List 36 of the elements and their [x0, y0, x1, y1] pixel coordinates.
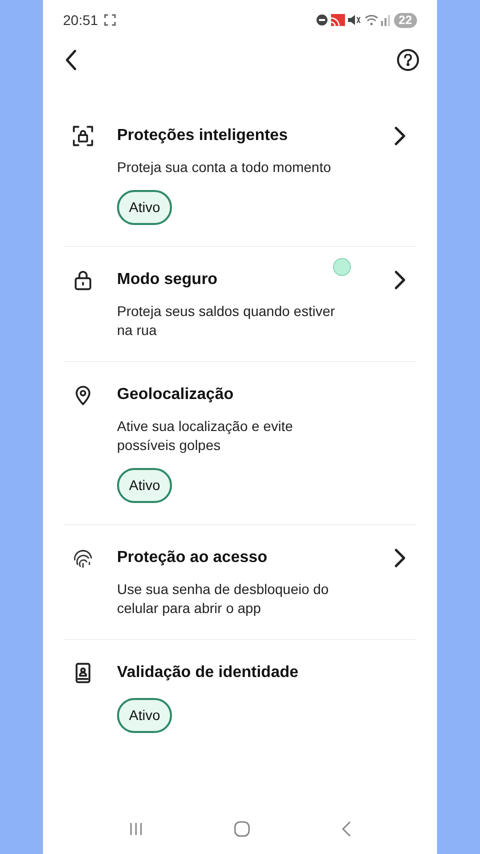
status-badge: Ativo — [117, 190, 172, 225]
status-badge: Ativo — [117, 468, 172, 503]
item-description: Ative sua localização e evite possíveis golpes — [117, 417, 294, 455]
chevron-right-icon[interactable] — [394, 126, 406, 146]
chevron-right-icon[interactable] — [394, 270, 406, 290]
touch-indicator — [333, 258, 351, 276]
status-time: 20:51 — [63, 10, 98, 30]
question-mark-icon — [403, 54, 413, 66]
signal-icon — [380, 14, 390, 26]
do-not-disturb-icon — [316, 14, 328, 26]
settings-item[interactable]: Proteções inteligentes Proteja sua conta a todo momento Ativo — [64, 103, 416, 247]
chevron-right-icon[interactable] — [394, 548, 406, 568]
settings-item[interactable]: Geolocalização Ative sua localização e evite possíveis golpes Ativo — [64, 362, 416, 525]
fullscreen-icon — [104, 14, 116, 26]
item-title: Validação de identidade — [117, 663, 300, 683]
back-nav-icon[interactable] — [340, 820, 352, 838]
item-description: Proteja seus saldos quando estiver na rua — [117, 302, 336, 340]
item-description: Use sua senha de desbloqueio do celular para abrir o app — [117, 580, 330, 618]
settings-item[interactable]: Validação de identidade Ativo — [64, 640, 416, 754]
item-title: Geolocalização — [117, 385, 234, 405]
help-button[interactable] — [397, 49, 419, 71]
cast-icon — [330, 14, 345, 26]
settings-item[interactable]: Proteção ao acesso Use sua senha de desbloqueio do celular para abrir o app — [64, 525, 416, 640]
fingerprint-icon — [72, 547, 94, 569]
item-title: Modo seguro — [117, 270, 218, 290]
home-icon[interactable] — [232, 820, 251, 838]
recent-apps-icon[interactable] — [128, 821, 144, 837]
item-description: Proteja sua conta a todo momento — [117, 158, 332, 177]
item-title: Proteção ao acesso — [117, 548, 268, 568]
battery-level: 22 — [394, 12, 417, 28]
lock-frame-icon — [72, 125, 94, 147]
muted-speaker-icon — [348, 14, 362, 26]
status-badge: Ativo — [117, 698, 172, 733]
lock-icon — [72, 269, 94, 291]
item-title: Proteções inteligentes — [117, 126, 289, 146]
wifi-icon — [364, 14, 378, 26]
